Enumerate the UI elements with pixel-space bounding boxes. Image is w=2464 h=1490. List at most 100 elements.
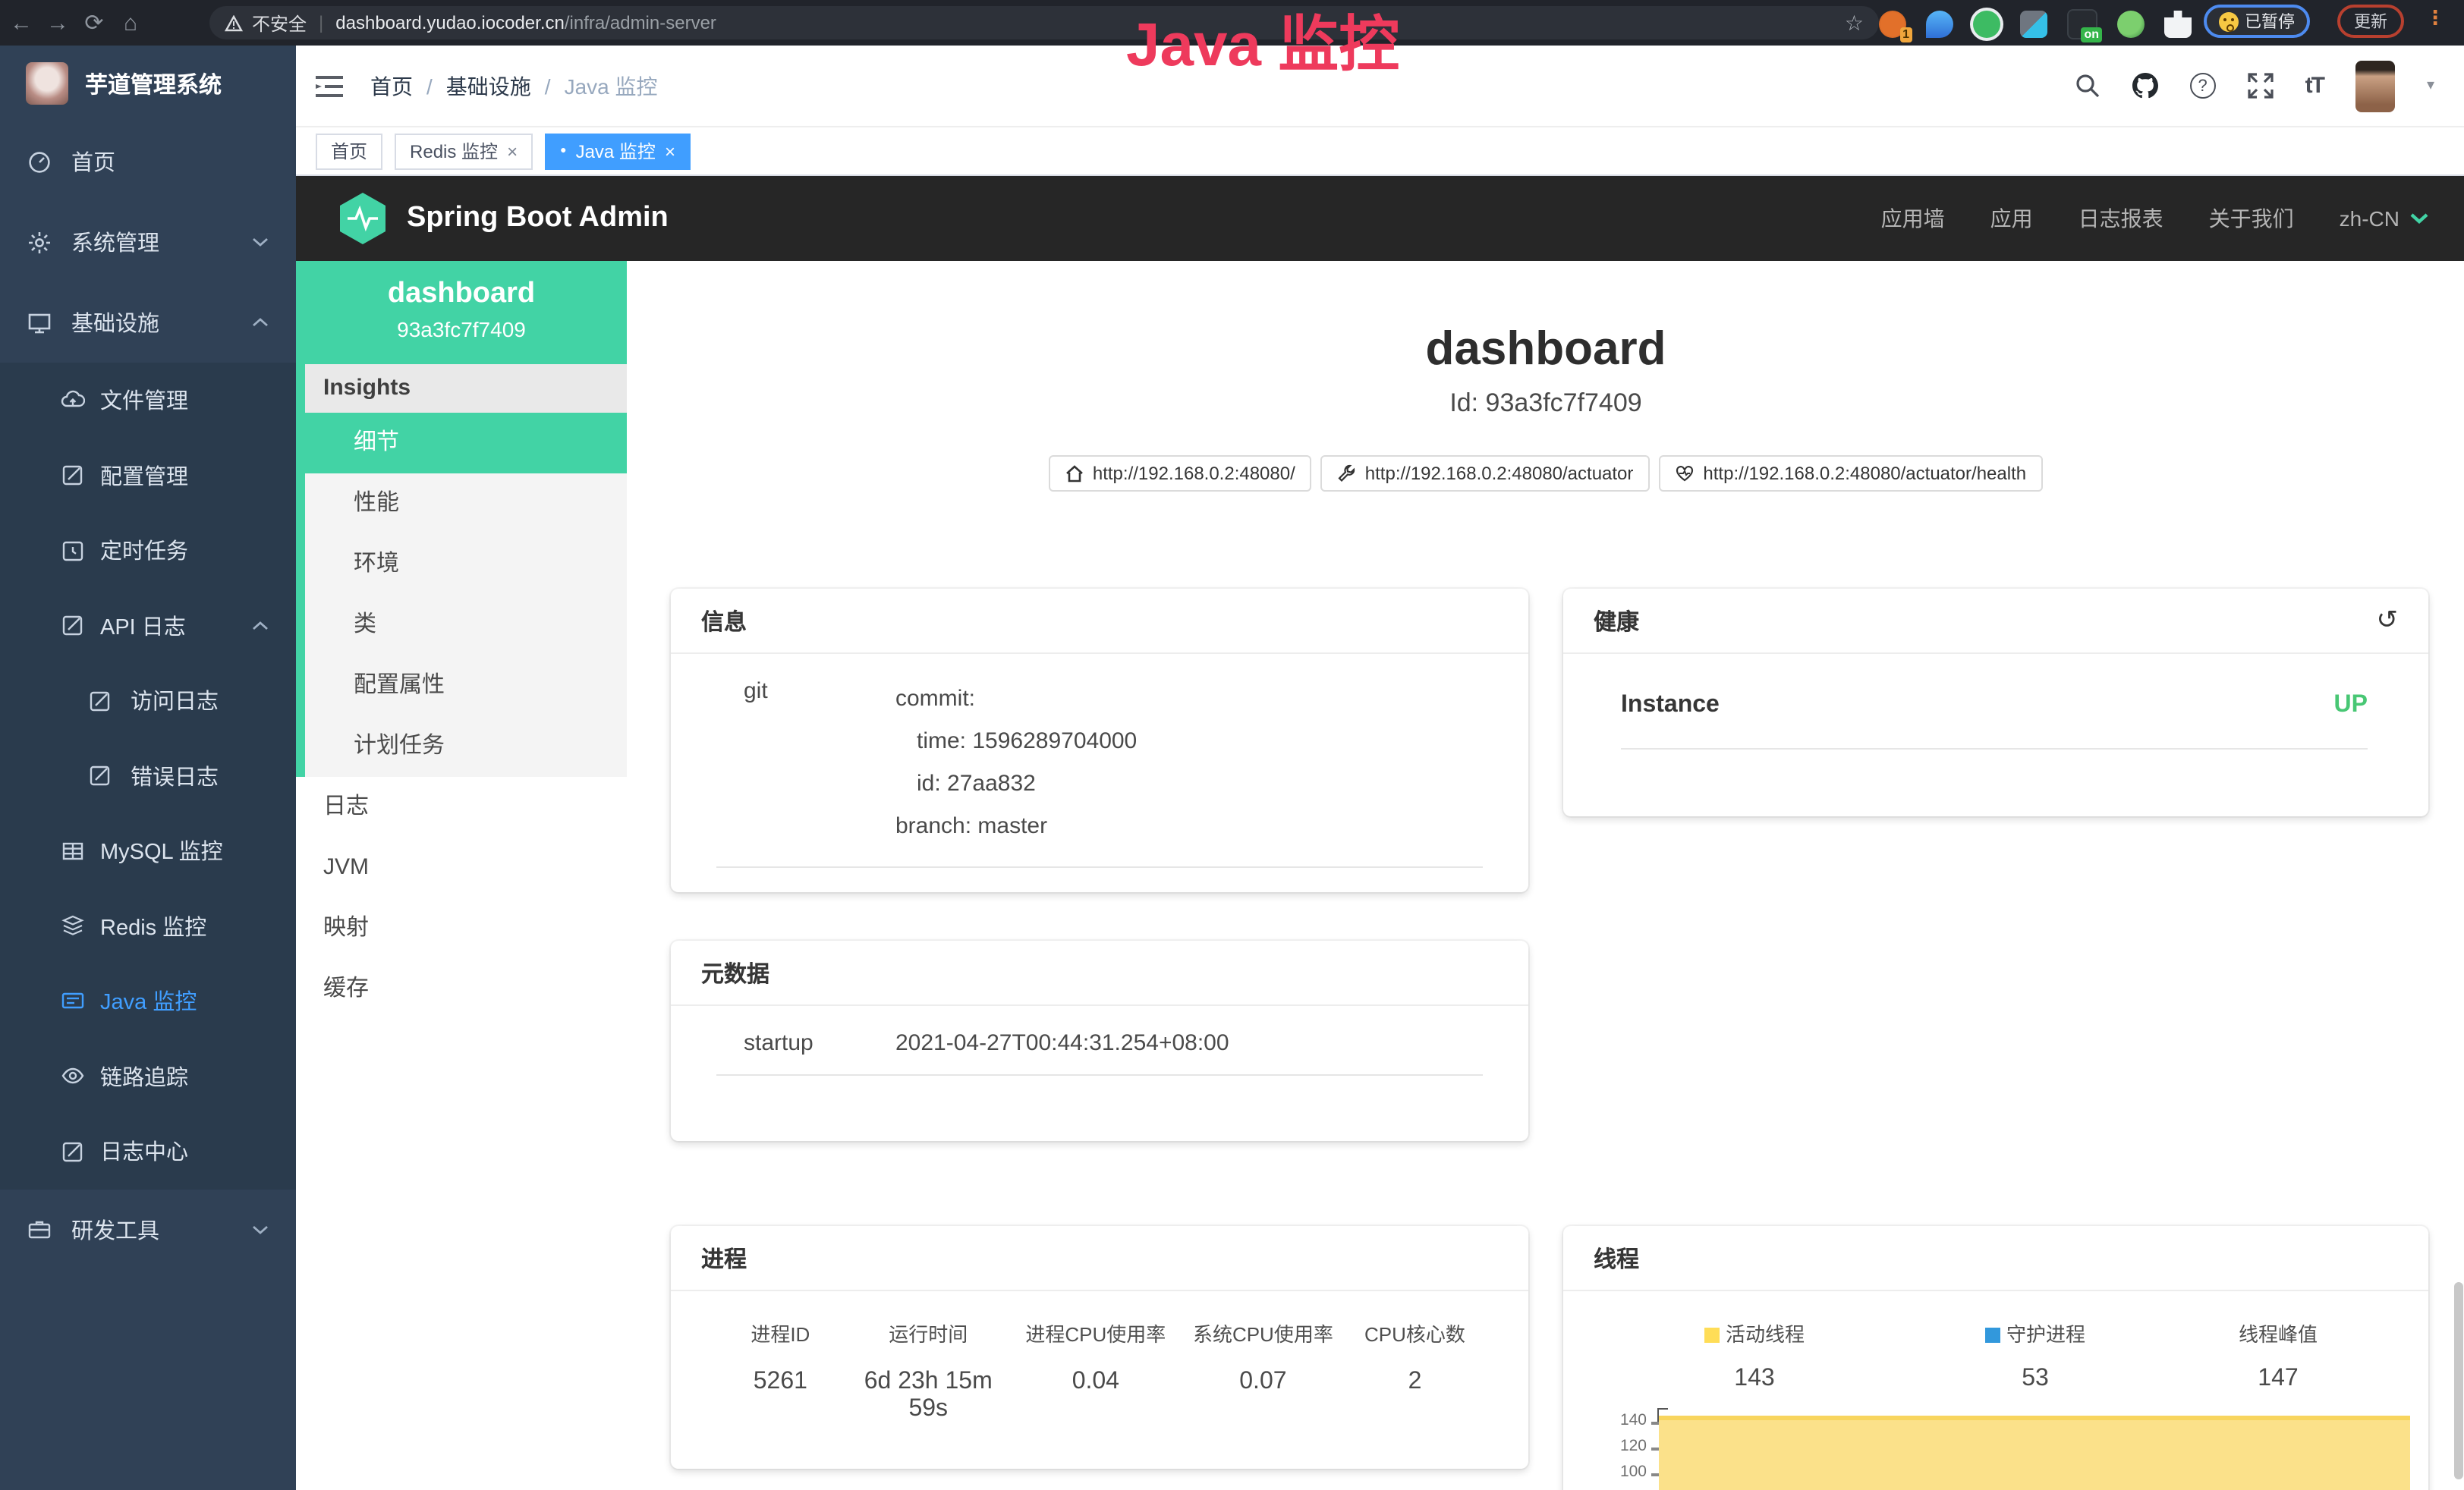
extension-grid-icon[interactable] xyxy=(2020,11,2047,38)
breadcrumb-infra[interactable]: 基础设施 xyxy=(446,71,531,101)
scrollbar-thumb[interactable] xyxy=(2454,1282,2463,1479)
menu-item-logs[interactable]: 日志 xyxy=(296,777,627,838)
heartbeat-icon xyxy=(1676,464,1694,483)
font-size-icon[interactable]: tT xyxy=(2305,73,2324,99)
menu-item-environment[interactable]: 环境 xyxy=(296,534,627,595)
edit-icon xyxy=(61,464,85,488)
bookmark-star-icon[interactable]: ☆ xyxy=(1845,11,1864,36)
browser-back-icon[interactable]: ← xyxy=(3,10,39,36)
extension-y-icon[interactable] xyxy=(1973,11,2000,38)
git-row: git commit: time: 1596289704000 id: 27aa… xyxy=(671,678,1528,848)
info-card-title: 信息 xyxy=(671,589,1528,654)
fullscreen-icon[interactable] xyxy=(2248,73,2274,99)
tab-home[interactable]: 首页 xyxy=(316,133,382,169)
tab-bar: 首页 Redis 监控 × ● Java 监控 × xyxy=(296,127,2464,176)
extension-switch-icon[interactable]: on xyxy=(2067,9,2097,39)
close-icon[interactable]: × xyxy=(507,140,518,162)
omnibox-divider: | xyxy=(319,12,323,33)
sidebar-item-trace[interactable]: 链路追踪 xyxy=(0,1039,296,1114)
layers-icon xyxy=(61,914,85,938)
app-logo-row[interactable]: 芋道管理系统 xyxy=(0,46,296,121)
browser-home-icon[interactable]: ⌂ xyxy=(112,10,149,36)
avatar-caret-icon[interactable]: ▾ xyxy=(2427,77,2434,94)
paused-extension-pill[interactable]: 已暂停 xyxy=(2204,5,2310,38)
tab-label: Java 监控 xyxy=(576,138,656,164)
menu-item-configprops[interactable]: 配置属性 xyxy=(296,655,627,716)
menu-item-details[interactable]: 细节 xyxy=(296,413,627,473)
sba-brand[interactable]: Spring Boot Admin xyxy=(407,202,669,235)
chevron-up-icon xyxy=(252,621,269,631)
menu-item-classes[interactable]: 类 xyxy=(296,595,627,655)
menu-item-mappings[interactable]: 映射 xyxy=(296,898,627,959)
browser-reload-icon[interactable]: ⟳ xyxy=(76,9,112,36)
sidebar-item-config[interactable]: 配置管理 xyxy=(0,438,296,513)
sidebar-item-jobs[interactable]: 定时任务 xyxy=(0,513,296,588)
sidebar-item-label: 首页 xyxy=(71,146,115,178)
sba-nav-wallboard[interactable]: 应用墙 xyxy=(1881,203,1945,234)
threads-card: 线程 活动线程 守护进程 线程峰值 143 53 147 140 xyxy=(1563,1226,2428,1490)
tab-redis[interactable]: Redis 监控 × xyxy=(395,133,533,169)
service-url: http://192.168.0.2:48080/ xyxy=(1093,463,1295,484)
help-icon[interactable]: ? xyxy=(2190,73,2216,99)
screen: ← → ⟳ ⌂ 不安全 | dashboard.yudao.iocoder.cn… xyxy=(0,0,2464,1490)
wrench-icon xyxy=(1338,464,1356,483)
extension-magnifier-icon[interactable] xyxy=(2117,11,2145,38)
sba-nav-journal[interactable]: 日志报表 xyxy=(2079,203,2163,234)
instance-header[interactable]: dashboard 93a3fc7f7409 xyxy=(296,261,627,364)
active-dot-icon: ● xyxy=(560,146,566,156)
sidebar-item-mysql[interactable]: MySQL 监控 xyxy=(0,813,296,888)
locale-label: zh-CN xyxy=(2340,206,2399,231)
sidebar-item-label: 配置管理 xyxy=(100,460,188,492)
home-icon xyxy=(1065,464,1084,483)
sba-nav-about[interactable]: 关于我们 xyxy=(2209,203,2294,234)
tab-java[interactable]: ● Java 监控 × xyxy=(545,133,691,169)
sidebar-item-label: 定时任务 xyxy=(100,535,188,567)
sidebar-item-error-log[interactable]: 错误日志 xyxy=(0,738,296,813)
sidebar-item-home[interactable]: 首页 xyxy=(0,121,296,202)
menu-item-caches[interactable]: 缓存 xyxy=(296,959,627,1020)
sidebar-item-files[interactable]: 文件管理 xyxy=(0,363,296,438)
sidebar-item-logcenter[interactable]: 日志中心 xyxy=(0,1114,296,1189)
browser-menu-icon[interactable]: ⋮ xyxy=(2425,6,2445,30)
sidebar-item-infra[interactable]: 基础设施 xyxy=(0,282,296,363)
monitor-icon xyxy=(27,310,52,335)
sidebar-item-access-log[interactable]: 访问日志 xyxy=(0,663,296,738)
search-icon[interactable] xyxy=(2075,73,2101,99)
github-icon[interactable] xyxy=(2132,73,2158,99)
close-icon[interactable]: × xyxy=(665,140,675,162)
menu-item-metrics[interactable]: 性能 xyxy=(296,473,627,534)
breadcrumb-home[interactable]: 首页 xyxy=(370,71,413,101)
app-logo xyxy=(26,62,68,105)
sidebar-item-java[interactable]: Java 监控 xyxy=(0,963,296,1039)
history-icon[interactable]: ↺ xyxy=(2377,605,2399,636)
puzzle-icon[interactable] xyxy=(2164,11,2192,38)
sidebar-item-label: 研发工具 xyxy=(71,1213,159,1245)
actuator-url-button[interactable]: http://192.168.0.2:48080/actuator xyxy=(1321,455,1651,492)
update-label: 更新 xyxy=(2354,9,2387,33)
menu-item-jvm[interactable]: JVM xyxy=(296,838,627,898)
avatar[interactable] xyxy=(2355,60,2395,112)
extension-pin-icon[interactable] xyxy=(1926,11,1953,38)
sba-nav-applications[interactable]: 应用 xyxy=(1990,203,2033,234)
health-url-button[interactable]: http://192.168.0.2:48080/actuator/health xyxy=(1659,455,2043,492)
hamburger-icon[interactable] xyxy=(316,75,343,96)
extension-refresh-icon[interactable]: 1 xyxy=(1879,11,1906,38)
y-tickmark xyxy=(1651,1422,1659,1424)
service-url-button[interactable]: http://192.168.0.2:48080/ xyxy=(1049,455,1312,492)
sidebar-item-redis[interactable]: Redis 监控 xyxy=(0,888,296,963)
status-badge: UP xyxy=(2334,692,2368,719)
col-header: CPU核心数 xyxy=(1341,1319,1489,1347)
browser-forward-icon[interactable]: → xyxy=(39,10,76,36)
gear-icon xyxy=(27,230,52,254)
health-url: http://192.168.0.2:48080/actuator/health xyxy=(1703,463,2026,484)
locale-selector[interactable]: zh-CN xyxy=(2340,206,2428,231)
sidebar-item-api-log[interactable]: API 日志 xyxy=(0,588,296,663)
col-header: 进程CPU使用率 xyxy=(1006,1319,1185,1347)
sidebar-item-devtools[interactable]: 研发工具 xyxy=(0,1189,296,1269)
extensions-row: 1 on xyxy=(1879,9,2192,39)
process-card-title: 进程 xyxy=(671,1226,1528,1291)
sidebar-item-system[interactable]: 系统管理 xyxy=(0,202,296,282)
menu-item-scheduled[interactable]: 计划任务 xyxy=(296,716,627,777)
address-bar[interactable]: 不安全 | dashboard.yudao.iocoder.cn/infra/a… xyxy=(209,6,1879,39)
browser-update-button[interactable]: 更新 xyxy=(2337,5,2404,38)
